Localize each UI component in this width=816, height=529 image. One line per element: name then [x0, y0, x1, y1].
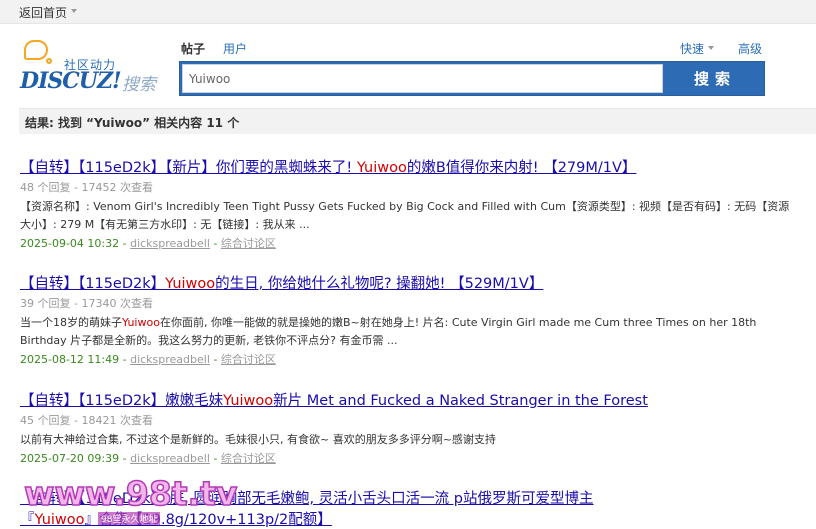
result-meta: 48 个回复 - 17452 次查看: [20, 181, 153, 194]
result-title-link[interactable]: 【自转】【115eD2k】嫩嫩毛妹Yuiwoo新片 Met and Fucked…: [20, 391, 800, 411]
top-bar: 返回首页: [0, 0, 816, 24]
result-forum-link[interactable]: 综合讨论区: [221, 237, 276, 250]
result-snippet: 以前有大神给过合集, 不过这个是新鲜的。毛妹很小只, 有食欲~ 喜欢的朋友多多评…: [20, 433, 496, 446]
watermark-url: www.98t.tv: [23, 473, 238, 514]
result-summary-bar: 结果: 找到 “Yuiwoo” 相关内容 11 个: [19, 108, 816, 134]
result-forum-link[interactable]: 综合讨论区: [221, 353, 276, 366]
result-snippet: 【资源名称】: Venom Girl's Incredibly Teen Tig…: [20, 200, 790, 231]
list-item: 【自转】【115eD2k】【新片】你们要的黑蜘蛛来了! Yuiwoo的嫩B值得你…: [20, 158, 800, 253]
result-author-link[interactable]: dickspreadbell: [130, 237, 210, 250]
discuz-logo[interactable]: 社区动力 DISCUZ! 搜索: [20, 40, 165, 95]
chevron-down-icon[interactable]: [71, 9, 77, 13]
result-footer: 2025-08-12 11:49 - dickspreadbell - 综合讨论…: [20, 353, 276, 366]
bubble-dot-icon: [46, 58, 52, 64]
tab-posts[interactable]: 帖子: [181, 40, 205, 57]
result-snippet: 当一个18岁的萌妹子Yuiwoo在你面前, 你唯一能做的就是操她的嫩B~射在她身…: [20, 316, 757, 347]
search-button[interactable]: 搜索: [666, 62, 764, 95]
result-date: 2025-08-12 11:49: [20, 353, 120, 366]
result-title-link[interactable]: 【自转】【115eD2k】Yuiwoo的生日, 你给她什么礼物呢? 操翻她! 【…: [20, 274, 800, 294]
chevron-down-icon[interactable]: [708, 46, 714, 50]
site-watermark: www.98t.tv 98堂永久地址: [23, 473, 238, 525]
quick-search-menu[interactable]: 快速: [680, 40, 704, 57]
result-summary: 结果: 找到 “Yuiwoo” 相关内容 11 个: [25, 116, 240, 130]
logo-sub: 搜索: [122, 75, 156, 95]
back-home-link[interactable]: 返回首页: [19, 4, 67, 21]
result-forum-link[interactable]: 综合讨论区: [221, 452, 276, 465]
result-title-link[interactable]: 【自转】【115eD2k】【新片】你们要的黑蜘蛛来了! Yuiwoo的嫩B值得你…: [20, 158, 800, 178]
advanced-search-link[interactable]: 高级: [738, 40, 762, 57]
watermark-caption: 98堂永久地址: [98, 512, 161, 525]
logo-brand: DISCUZ!: [20, 68, 122, 94]
result-author-link[interactable]: dickspreadbell: [130, 452, 210, 465]
search-input[interactable]: [182, 64, 663, 93]
speech-bubble-icon: [24, 40, 48, 60]
result-footer: 2025-07-20 09:39 - dickspreadbell - 综合讨论…: [20, 452, 276, 465]
list-item: 【自转】【115eD2k】嫩嫩毛妹Yuiwoo新片 Met and Fucked…: [20, 391, 800, 468]
list-item: 【自转】【115eD2k】Yuiwoo的生日, 你给她什么礼物呢? 操翻她! 【…: [20, 274, 800, 369]
result-meta: 39 个回复 - 17340 次查看: [20, 297, 153, 310]
result-meta: 45 个回复 - 18421 次查看: [20, 414, 153, 427]
result-footer: 2025-09-04 10:32 - dickspreadbell - 综合讨论…: [20, 237, 276, 250]
result-date: 2025-07-20 09:39: [20, 452, 120, 465]
search-form: 搜索: [179, 61, 765, 96]
tab-users[interactable]: 用户: [223, 40, 247, 57]
result-author-link[interactable]: dickspreadbell: [130, 353, 210, 366]
result-date: 2025-09-04 10:32: [20, 237, 120, 250]
